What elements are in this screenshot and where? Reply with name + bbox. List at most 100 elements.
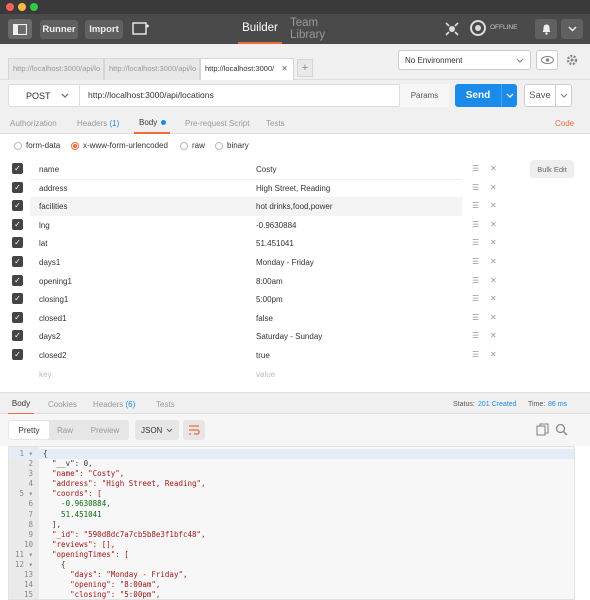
param-key[interactable]: days1 [39, 258, 60, 267]
close-tab-icon[interactable]: ✕ [281, 64, 288, 73]
param-value[interactable]: -0.9630884 [256, 221, 296, 230]
new-key-input[interactable]: key [39, 370, 51, 379]
delete-row-icon[interactable]: ✕ [490, 238, 497, 247]
drag-handle-icon[interactable]: ☰ [472, 257, 479, 266]
drag-handle-icon[interactable]: ☰ [472, 164, 479, 173]
tab-response-body[interactable]: Body [8, 393, 34, 415]
drag-handle-icon[interactable]: ☰ [472, 294, 479, 303]
delete-row-icon[interactable]: ✕ [490, 313, 497, 322]
manage-environments-button[interactable] [562, 50, 582, 70]
request-tab-2[interactable]: http://localhost:3000/api/lo [104, 58, 200, 80]
row-checkbox[interactable]: ✓ [12, 311, 23, 323]
new-window-button[interactable] [130, 19, 152, 39]
drag-handle-icon[interactable]: ☰ [472, 183, 479, 192]
drag-handle-icon[interactable]: ☰ [472, 331, 479, 340]
close-window-button[interactable] [6, 3, 14, 11]
tab-authorization[interactable]: Authorization [10, 112, 57, 134]
drag-handle-icon[interactable]: ☰ [472, 350, 479, 359]
row-checkbox[interactable]: ✓ [12, 237, 23, 249]
environment-quick-look-button[interactable] [536, 50, 558, 70]
sidebar-toggle-button[interactable] [8, 19, 32, 39]
drag-handle-icon[interactable]: ☰ [472, 201, 479, 210]
pretty-button[interactable]: Pretty [9, 421, 49, 439]
param-value[interactable]: 51.451041 [256, 239, 294, 248]
delete-row-icon[interactable]: ✕ [490, 164, 497, 173]
param-value[interactable]: Costy [256, 165, 276, 174]
tab-response-tests[interactable]: Tests [156, 393, 175, 415]
delete-row-icon[interactable]: ✕ [490, 350, 497, 359]
tab-cookies[interactable]: Cookies [48, 393, 77, 415]
runner-button[interactable]: Runner [40, 20, 78, 39]
tab-tests[interactable]: Tests [266, 112, 285, 134]
param-key[interactable]: days2 [39, 332, 60, 341]
drag-handle-icon[interactable]: ☰ [472, 238, 479, 247]
sync-status-icon[interactable] [470, 20, 486, 36]
param-key[interactable]: address [39, 184, 67, 193]
environment-select[interactable]: No Environment [398, 50, 531, 70]
drag-handle-icon[interactable]: ☰ [472, 276, 479, 285]
row-checkbox[interactable]: ✓ [12, 274, 23, 286]
param-key[interactable]: opening1 [39, 277, 72, 286]
param-key[interactable]: closing1 [39, 295, 68, 304]
send-button[interactable]: Send [455, 84, 501, 107]
search-button[interactable] [555, 423, 569, 437]
format-select[interactable]: JSON [135, 420, 179, 440]
row-checkbox[interactable]: ✓ [12, 218, 23, 230]
param-value[interactable]: hot drinks,food,power [256, 202, 333, 211]
raw-button[interactable]: Raw [50, 421, 80, 439]
row-checkbox[interactable]: ✓ [12, 330, 23, 342]
new-value-input[interactable]: value [256, 370, 275, 379]
method-select[interactable]: POST [8, 84, 80, 107]
param-value[interactable]: true [256, 351, 270, 360]
radio-form-data[interactable] [14, 142, 22, 150]
delete-row-icon[interactable]: ✕ [490, 276, 497, 285]
row-checkbox[interactable]: ✓ [12, 163, 23, 174]
preview-button[interactable]: Preview [82, 421, 128, 439]
row-checkbox[interactable]: ✓ [12, 349, 23, 360]
url-input[interactable]: http://localhost:3000/api/locations [88, 90, 214, 100]
param-value[interactable]: false [256, 314, 273, 323]
import-button[interactable]: Import [85, 20, 123, 39]
save-options-button[interactable] [556, 84, 572, 107]
param-key[interactable]: lat [39, 239, 47, 248]
param-key[interactable]: closed1 [39, 314, 67, 323]
param-value[interactable]: Monday - Friday [256, 258, 314, 267]
wrap-lines-button[interactable] [183, 420, 205, 440]
tab-team-library[interactable]: Team Library [290, 14, 350, 44]
minimize-window-button[interactable] [18, 3, 26, 11]
request-tab-active[interactable]: http://localhost:3000/ ✕ [200, 58, 294, 80]
params-button[interactable]: Params [399, 84, 449, 107]
request-tab-1[interactable]: http://localhost:3000/api/lo [8, 58, 104, 80]
row-checkbox[interactable]: ✓ [12, 200, 23, 212]
drag-handle-icon[interactable]: ☰ [472, 313, 479, 322]
param-key[interactable]: name [39, 165, 59, 174]
drag-handle-icon[interactable]: ☰ [472, 220, 479, 229]
param-value[interactable]: High Street, Reading [256, 184, 330, 193]
copy-button[interactable] [536, 423, 550, 437]
row-checkbox[interactable]: ✓ [12, 293, 23, 305]
tab-body[interactable]: Body [134, 112, 170, 134]
send-options-button[interactable] [501, 84, 517, 107]
interceptor-button[interactable] [443, 20, 461, 38]
delete-row-icon[interactable]: ✕ [490, 294, 497, 303]
delete-row-icon[interactable]: ✕ [490, 331, 497, 340]
delete-row-icon[interactable]: ✕ [490, 220, 497, 229]
new-tab-button[interactable]: + [297, 59, 313, 77]
param-value[interactable]: Saturday - Sunday [256, 332, 322, 341]
row-checkbox[interactable]: ✓ [12, 256, 23, 267]
param-value[interactable]: 8:00am [256, 277, 283, 286]
delete-row-icon[interactable]: ✕ [490, 257, 497, 266]
notifications-button[interactable] [535, 19, 557, 39]
param-key[interactable]: closed2 [39, 351, 67, 360]
param-key[interactable]: lng [39, 221, 50, 230]
param-value[interactable]: 5:00pm [256, 295, 283, 304]
tab-pre-request-script[interactable]: Pre-request Script [185, 112, 249, 134]
response-body-viewer[interactable]: 1 ▾ 2 3 4 5 ▾ 6 7 8 9 10 11 ▾ 12 ▾ 13 14… [8, 446, 575, 600]
delete-row-icon[interactable]: ✕ [490, 183, 497, 192]
settings-dropdown-button[interactable] [561, 19, 583, 39]
tab-headers[interactable]: Headers (1) [77, 112, 119, 134]
bulk-edit-button[interactable]: Bulk Edit [530, 160, 574, 178]
tab-response-headers[interactable]: Headers (6) [93, 393, 135, 415]
tab-builder[interactable]: Builder [238, 14, 282, 44]
radio-binary[interactable] [215, 142, 223, 150]
